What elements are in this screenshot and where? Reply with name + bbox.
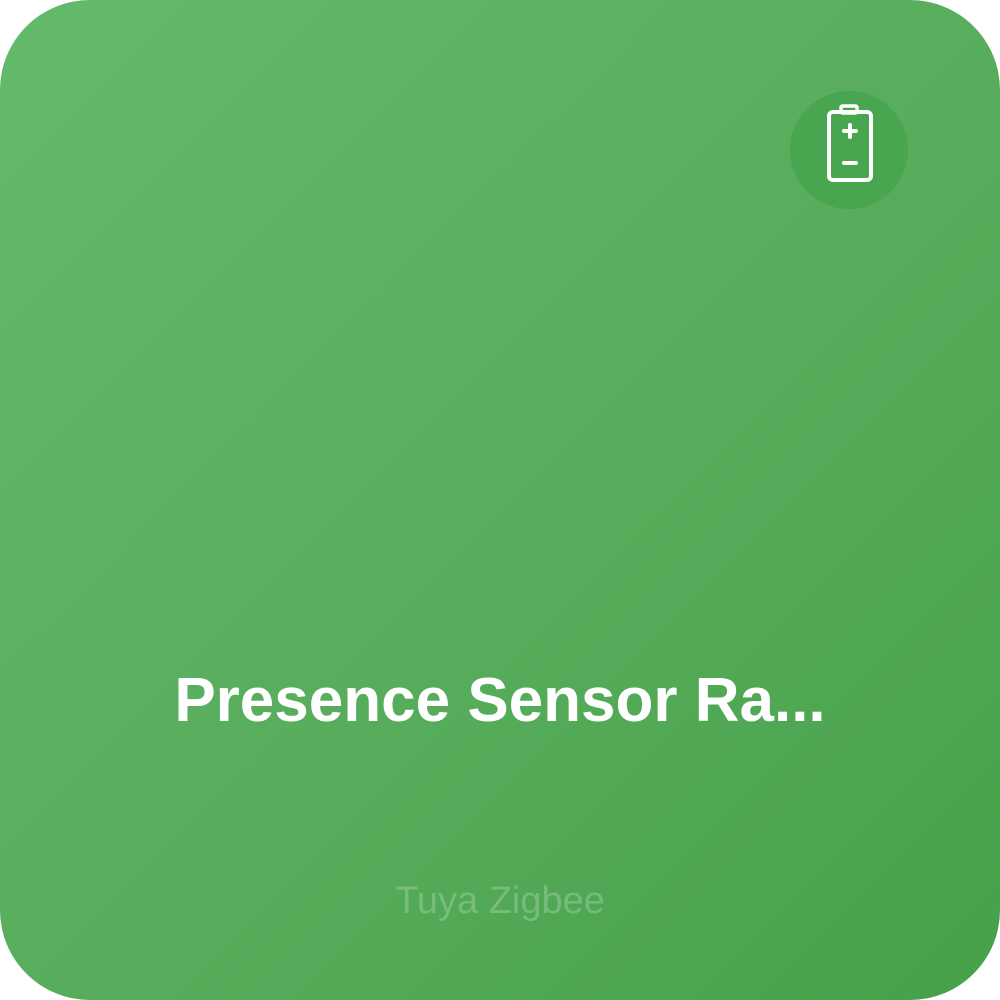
- device-integration-label: Tuya Zigbee: [395, 880, 605, 922]
- battery-icon: [827, 104, 873, 182]
- device-name: Presence Sensor Ra...: [174, 666, 826, 735]
- battery-status-badge[interactable]: [790, 91, 908, 209]
- device-tile[interactable]: Presence Sensor Ra... Tuya Zigbee: [0, 0, 1000, 1000]
